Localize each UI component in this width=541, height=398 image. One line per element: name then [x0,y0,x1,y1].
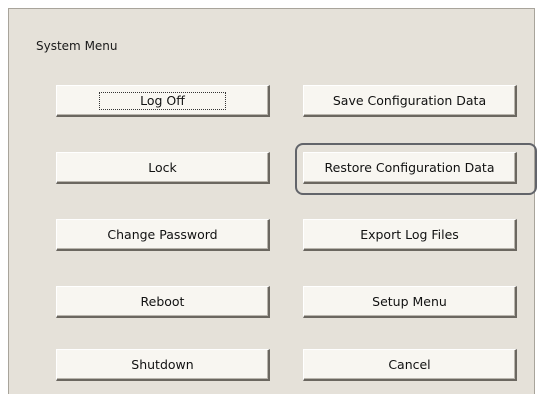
export-log-files-label: Export Log Files [360,226,459,242]
save-configuration-data-button[interactable]: Save Configuration Data [303,85,517,117]
change-password-button[interactable]: Change Password [56,219,270,251]
export-log-files-button[interactable]: Export Log Files [303,219,517,251]
log-off-button[interactable]: Log Off [56,85,270,117]
reboot-button[interactable]: Reboot [56,286,270,318]
shutdown-button[interactable]: Shutdown [56,349,270,381]
save-configuration-data-label: Save Configuration Data [332,92,487,108]
log-off-label: Log Off [99,91,226,110]
change-password-label: Change Password [107,226,218,242]
reboot-label: Reboot [140,293,185,309]
cancel-label: Cancel [388,356,431,372]
lock-label: Lock [148,159,177,175]
setup-menu-label: Setup Menu [372,293,447,309]
cancel-button[interactable]: Cancel [303,349,517,381]
shutdown-label: Shutdown [131,356,194,372]
system-menu-dialog: System Menu Log Off Lock Change Password… [8,8,537,394]
dialog-title: System Menu [36,39,118,53]
restore-configuration-data-button[interactable]: Restore Configuration Data [303,152,517,184]
setup-menu-button[interactable]: Setup Menu [303,286,517,318]
lock-button[interactable]: Lock [56,152,270,184]
restore-configuration-data-label: Restore Configuration Data [324,159,495,175]
